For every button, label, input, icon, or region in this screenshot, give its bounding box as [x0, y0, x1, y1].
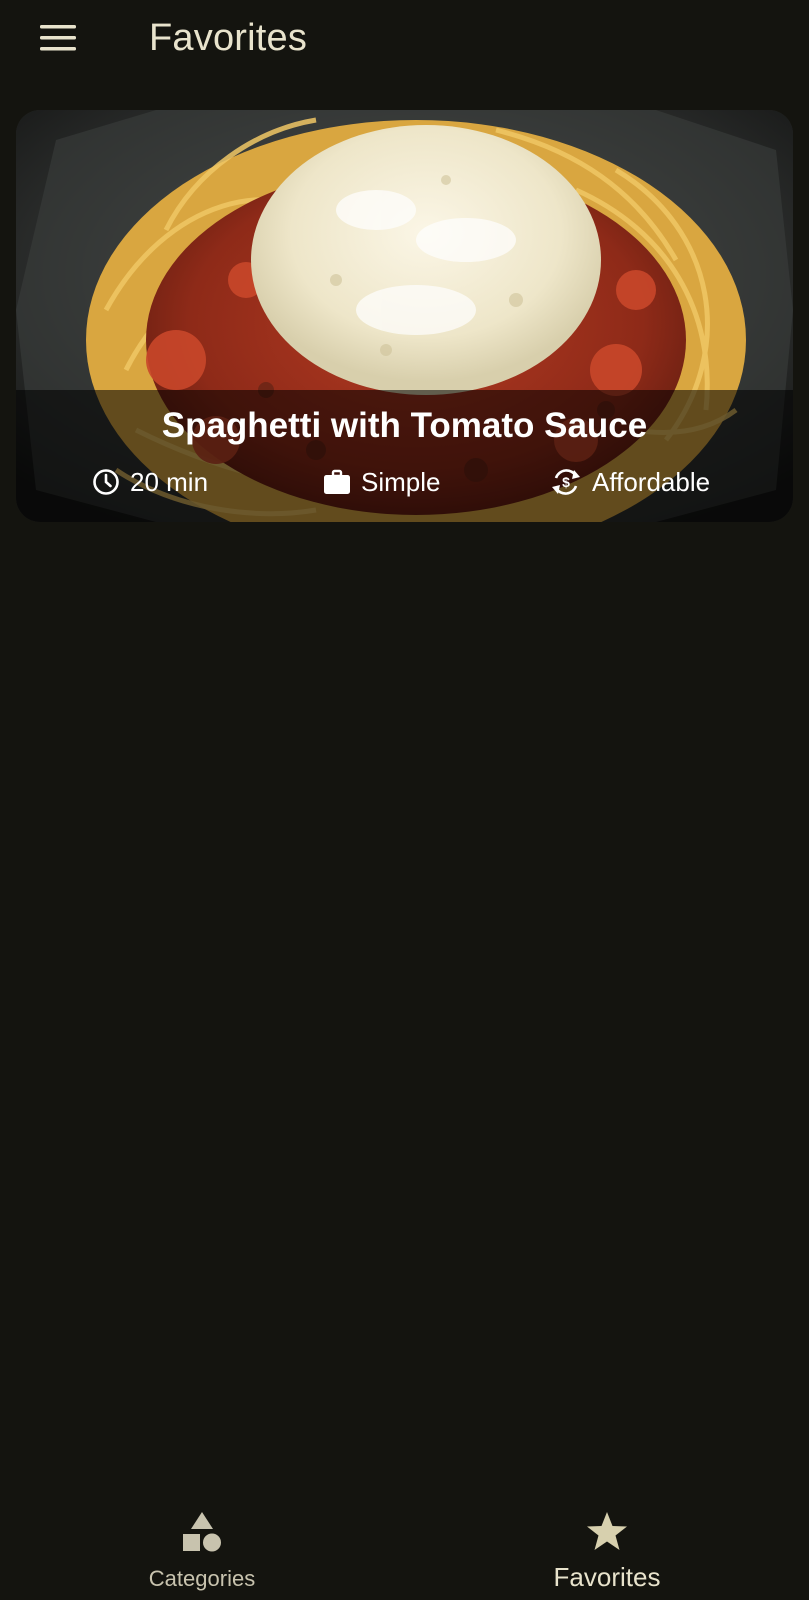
meal-traits-row: 20 min Simple $ Affordable: [16, 464, 793, 500]
meal-complexity-label: Simple: [361, 466, 441, 497]
meal-info-overlay: Spaghetti with Tomato Sauce 20 min Simpl…: [16, 390, 793, 522]
app-root: Favorites Spaghetti with Tomato Sauce 20…: [0, 0, 809, 1600]
meal-affordability: $ Affordable: [550, 464, 710, 500]
meal-complexity: Simple: [323, 464, 440, 500]
category-shapes-icon: [183, 1512, 221, 1552]
menu-icon: [40, 25, 76, 51]
clock-icon: [93, 469, 119, 495]
menu-button[interactable]: [28, 14, 88, 62]
bottom-navigation: Categories Favorites: [0, 1490, 809, 1600]
star-icon: [587, 1512, 627, 1550]
nav-label-favorites: Favorites: [553, 1562, 661, 1592]
meal-affordability-label: Affordable: [592, 466, 711, 497]
meal-title: Spaghetti with Tomato Sauce: [161, 406, 648, 445]
nav-item-categories[interactable]: Categories: [0, 1490, 404, 1600]
briefcase-icon: [324, 469, 350, 494]
svg-text:$: $: [562, 474, 570, 490]
top-app-bar: Favorites: [0, 0, 809, 80]
nav-label-categories: Categories: [148, 1566, 256, 1591]
meal-duration: 20 min: [92, 464, 208, 500]
page-title: Favorites: [149, 17, 308, 59]
meal-duration-label: 20 min: [130, 466, 209, 497]
price-exchange-icon: $: [552, 469, 580, 495]
nav-item-favorites[interactable]: Favorites: [405, 1490, 809, 1600]
meal-card[interactable]: Spaghetti with Tomato Sauce 20 min Simpl…: [16, 110, 793, 522]
